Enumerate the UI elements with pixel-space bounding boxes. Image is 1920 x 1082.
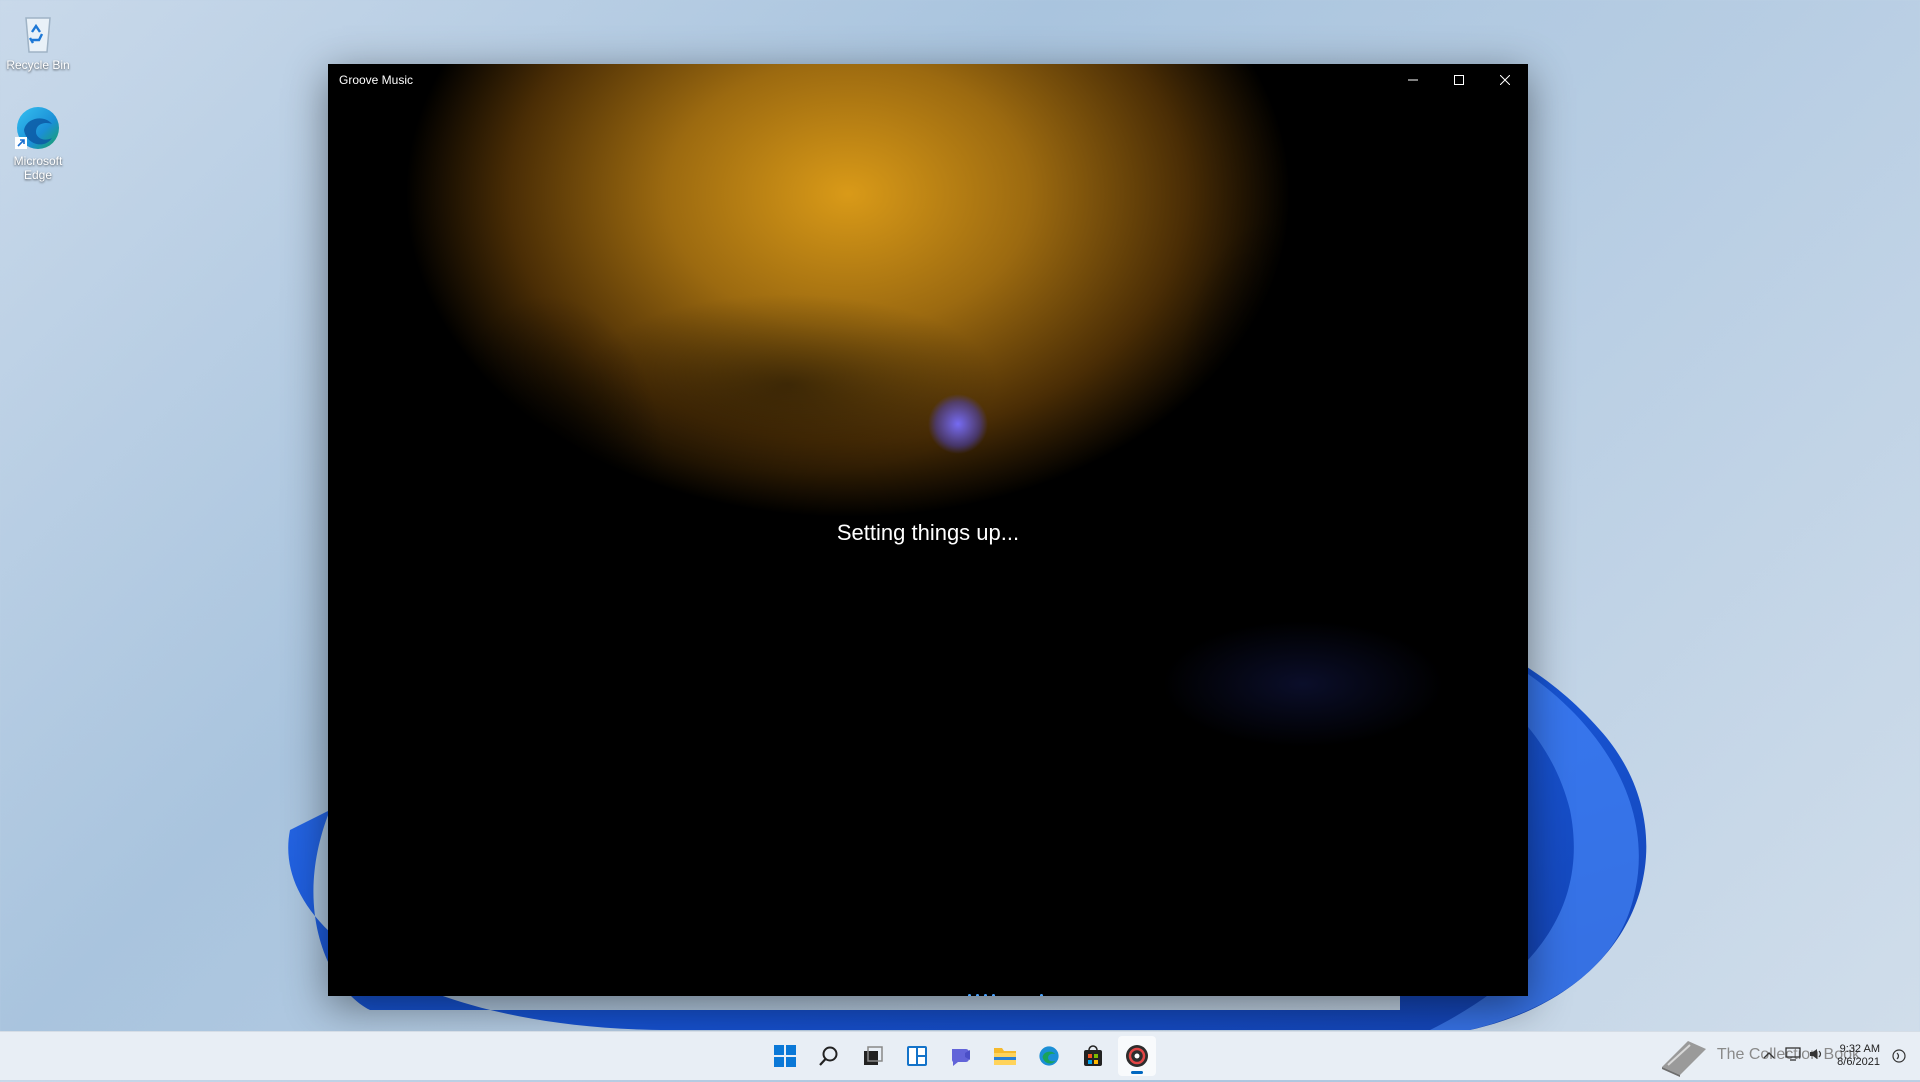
- desktop-icon-microsoft-edge[interactable]: Microsoft Edge: [1, 104, 75, 182]
- minimize-icon: [1408, 79, 1418, 81]
- volume-icon[interactable]: [1809, 1047, 1825, 1066]
- chat-icon: [952, 1049, 970, 1066]
- clock-time: 9:32 AM: [1839, 1043, 1880, 1055]
- taskbar-chat-button[interactable]: [942, 1036, 980, 1076]
- edge-icon: [14, 104, 62, 152]
- network-icon[interactable]: [1785, 1046, 1801, 1066]
- taskbar-store-button[interactable]: [1074, 1036, 1112, 1076]
- taskbar: The Collection Book 9:32 AM 8/6/2021: [0, 1031, 1920, 1080]
- taskbar-start-button[interactable]: [766, 1036, 804, 1076]
- groove-music-icon: [1126, 1045, 1148, 1067]
- close-button[interactable]: [1482, 64, 1528, 96]
- store-icon: [1084, 1045, 1102, 1066]
- start-icon: [774, 1045, 796, 1067]
- loading-progress-dots: [968, 994, 1043, 996]
- taskbar-apps: [766, 1032, 1156, 1080]
- file-explorer-icon: [994, 1048, 1016, 1065]
- desktop-icon-label: Recycle Bin: [6, 58, 70, 72]
- window-title: Groove Music: [339, 73, 414, 87]
- desktop-icon-label: Microsoft Edge: [13, 154, 63, 182]
- taskbar-widgets-button[interactable]: [898, 1036, 936, 1076]
- maximize-button[interactable]: [1436, 64, 1482, 96]
- groove-music-window[interactable]: Groove Music Setting things up...: [328, 64, 1528, 996]
- taskbar-clock[interactable]: 9:32 AM 8/6/2021: [1837, 1043, 1880, 1069]
- recycle-bin-icon: [14, 8, 62, 56]
- watermark-book-icon: [1658, 1037, 1710, 1082]
- taskbar-edge-button[interactable]: [1030, 1036, 1068, 1076]
- taskbar-file-explorer-button[interactable]: [986, 1036, 1024, 1076]
- taskbar-groove-music-button[interactable]: [1118, 1036, 1156, 1076]
- tray-overflow-chevron-icon[interactable]: [1763, 1047, 1775, 1065]
- edge-icon: [1039, 1046, 1059, 1066]
- close-icon: [1500, 75, 1510, 85]
- minimize-button[interactable]: [1390, 64, 1436, 96]
- clock-date: 8/6/2021: [1837, 1056, 1880, 1068]
- task-view-icon: [864, 1046, 883, 1065]
- maximize-icon: [1454, 75, 1464, 85]
- taskbar-task-view-button[interactable]: [854, 1036, 892, 1076]
- system-tray: 9:32 AM 8/6/2021: [1763, 1032, 1920, 1080]
- desktop-icon-recycle-bin[interactable]: Recycle Bin: [1, 8, 75, 72]
- notification-icon[interactable]: [1892, 1049, 1906, 1068]
- search-icon: [819, 1046, 838, 1066]
- setup-status-text: Setting things up...: [836, 520, 1020, 545]
- widgets-icon: [907, 1046, 927, 1066]
- taskbar-search-button[interactable]: [810, 1036, 848, 1076]
- title-bar[interactable]: Groove Music: [328, 64, 1528, 96]
